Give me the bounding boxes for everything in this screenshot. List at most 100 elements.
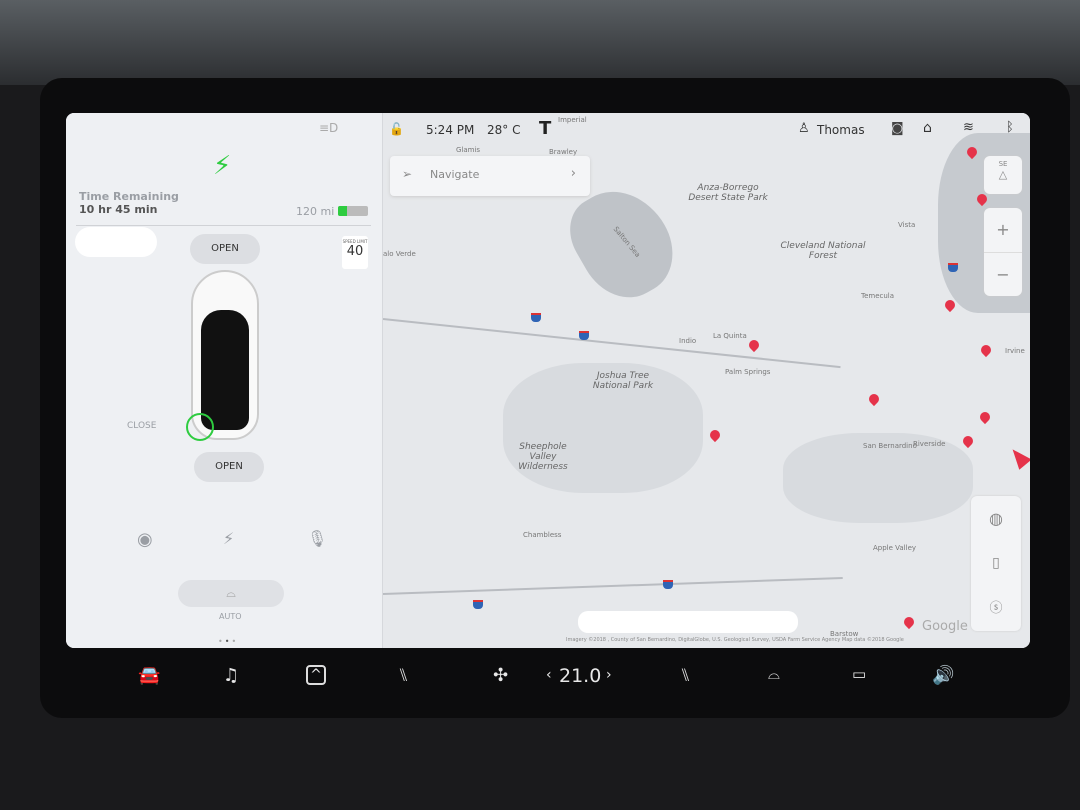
map-label: Palm Springs xyxy=(725,368,771,376)
map-label: Vista xyxy=(898,221,916,229)
frunk-open-button[interactable]: OPEN xyxy=(190,234,260,264)
compass-heading: SE xyxy=(998,160,1008,168)
supercharger-pin[interactable] xyxy=(707,427,723,443)
car-icon[interactable]: 🚘 xyxy=(138,665,160,686)
user-profile-icon[interactable]: ♙ xyxy=(798,121,810,136)
navigate-input[interactable]: ➢ Navigate › xyxy=(390,156,590,196)
music-icon[interactable]: ♫ xyxy=(223,665,239,686)
camera-icon[interactable]: ◉ xyxy=(137,529,153,550)
zoom-out-button[interactable]: − xyxy=(984,252,1022,296)
map-label: alo Verde xyxy=(383,250,416,258)
supercharger-pin[interactable] xyxy=(746,337,762,353)
redacted-box xyxy=(578,611,798,633)
map-label: Irvine xyxy=(1005,347,1025,355)
interstate-shield xyxy=(473,600,483,609)
google-logo: Google xyxy=(922,619,968,634)
lock-icon[interactable]: 🔓 xyxy=(389,122,404,136)
map-label: San Bernardino xyxy=(863,442,917,450)
map-label: Glamis xyxy=(456,146,481,154)
map-label: Sheephole Valley Wilderness xyxy=(518,442,568,472)
zoom-in-button[interactable]: + xyxy=(984,208,1022,252)
supercharger-pin[interactable] xyxy=(866,391,882,407)
globe-icon[interactable]: ◍ xyxy=(971,496,1021,541)
volume-icon[interactable]: 🔊 xyxy=(932,665,954,686)
charge-icon[interactable]: ⚡ xyxy=(223,529,234,548)
compass-arrow-icon: △ xyxy=(998,168,1008,181)
microphone-icon[interactable]: 🎙 xyxy=(307,529,327,548)
map-label: Joshua Tree National Park xyxy=(592,371,654,391)
cabin-temperature: 21.0 xyxy=(559,665,602,687)
charging-bolt-icon: ⚡ xyxy=(213,151,232,181)
time-remaining-value: 10 hr 45 min xyxy=(79,203,158,216)
user-profile-name[interactable]: Thomas xyxy=(817,123,865,137)
interstate-shield xyxy=(948,263,958,272)
divider xyxy=(76,225,371,226)
app-launcher-icon[interactable]: ^ xyxy=(306,665,326,685)
time-remaining-label: Time Remaining xyxy=(79,190,179,203)
rear-defrost-icon[interactable]: ▭ xyxy=(852,665,866,683)
battery-indicator xyxy=(338,206,368,216)
map-label: Temecula xyxy=(861,292,895,300)
compass-button[interactable]: SE △ xyxy=(984,156,1022,194)
map-label: Anza-Borrego Desert State Park xyxy=(688,183,768,203)
map-view[interactable]: Imperial Glamis Brawley Anza-Borrego Des… xyxy=(383,113,1030,648)
map-label: Riverside xyxy=(913,440,946,448)
temp-increase-button[interactable]: › xyxy=(606,667,612,683)
supercharger-pin[interactable] xyxy=(977,409,993,425)
tesla-logo-icon[interactable]: T xyxy=(539,118,551,139)
supercharger-pin[interactable] xyxy=(901,614,917,630)
highway-i40 xyxy=(383,576,843,595)
charge-port-close-button[interactable]: CLOSE xyxy=(127,421,156,431)
map-attribution: Imagery ©2018 , County of San Bernardino… xyxy=(566,637,904,643)
headlight-auto-icon[interactable]: ≡D xyxy=(319,121,338,135)
speed-limit-sign: SPEED LIMIT 40 xyxy=(342,236,368,269)
homelink-icon[interactable]: ⌂ xyxy=(923,120,932,136)
battery-fill xyxy=(338,206,347,216)
speed-limit-label: SPEED LIMIT xyxy=(342,239,368,244)
chevron-right-icon: › xyxy=(570,166,576,181)
driver-seat-heater-icon[interactable]: ⑊ xyxy=(398,665,409,686)
touchscreen: ≡D ⚡ Time Remaining 10 hr 45 min 120 mi … xyxy=(66,113,1030,648)
bottom-control-bar: 🚘 ♫ ^ ⑊ ✣ ‹ 21.0 › ⑊ ⌓ ▭ 🔊 xyxy=(66,655,1030,700)
map-label: Cleveland National Forest xyxy=(780,241,866,261)
front-defrost-icon[interactable]: ⌓ xyxy=(768,665,780,683)
supercharger-pin[interactable] xyxy=(978,342,994,358)
clock: 5:24 PM xyxy=(426,123,475,137)
navigate-arrow-icon: ➢ xyxy=(402,167,413,181)
car-roof xyxy=(201,310,249,430)
supercharger-filter-icon[interactable]: ⓢ xyxy=(971,586,1021,631)
map-label: La Quinta xyxy=(713,332,747,340)
car-panel: ≡D ⚡ Time Remaining 10 hr 45 min 120 mi … xyxy=(66,113,383,648)
traffic-icon[interactable]: ▯ xyxy=(971,541,1021,586)
range-text: 120 mi xyxy=(296,205,335,218)
wiper-auto-label: AUTO xyxy=(219,612,242,621)
current-location-arrow xyxy=(1006,444,1030,470)
page-dots[interactable]: ••• xyxy=(218,637,238,646)
dashcam-icon[interactable]: ◙ xyxy=(891,121,904,136)
map-label: Imperial xyxy=(558,116,587,124)
map-label: Indio xyxy=(679,337,697,345)
interstate-shield xyxy=(663,580,673,589)
highway-i10 xyxy=(383,318,841,369)
map-label: Apple Valley xyxy=(873,544,917,552)
charge-port-indicator[interactable] xyxy=(186,413,214,441)
supercharger-pin[interactable] xyxy=(960,433,976,449)
interstate-shield xyxy=(579,331,589,340)
passenger-seat-heater-icon[interactable]: ⑊ xyxy=(680,665,691,686)
speed-limit-value: 40 xyxy=(346,244,364,259)
wiper-button[interactable]: ⌓ xyxy=(178,580,284,607)
navigate-placeholder: Navigate xyxy=(430,168,480,181)
map-label: Brawley xyxy=(549,148,578,156)
wifi-icon[interactable]: ≋ xyxy=(963,120,974,135)
temp-decrease-button[interactable]: ‹ xyxy=(546,667,552,683)
trunk-open-button[interactable]: OPEN xyxy=(194,452,264,482)
map-options: ◍ ▯ ⓢ xyxy=(971,496,1021,631)
bluetooth-icon[interactable]: ᛒ xyxy=(1006,120,1014,135)
redacted-box xyxy=(75,227,157,257)
outside-temperature: 28° C xyxy=(487,123,521,137)
fan-icon[interactable]: ✣ xyxy=(493,665,508,686)
map-label: Chambless xyxy=(523,531,562,539)
zoom-controls: + − xyxy=(984,208,1022,296)
background-photo xyxy=(0,0,1080,85)
interstate-shield xyxy=(531,313,541,322)
